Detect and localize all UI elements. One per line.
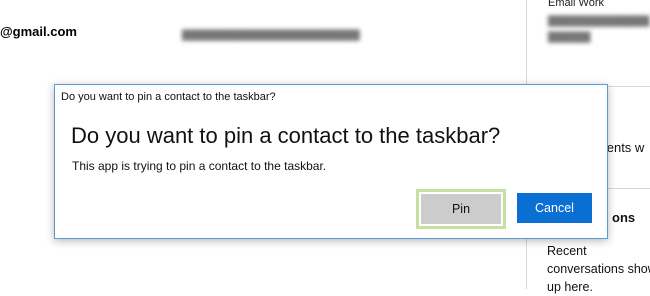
email-work-label: Email Work <box>548 0 605 9</box>
pin-contact-dialog: Do you want to pin a contact to the task… <box>54 84 608 239</box>
pin-button[interactable]: Pin <box>416 189 506 229</box>
recent-conversations-text: Recent conversations show up here. <box>547 244 650 294</box>
dialog-title-bar: Do you want to pin a contact to the task… <box>61 91 276 103</box>
section-heading: ons <box>612 210 636 225</box>
dialog-heading: Do you want to pin a contact to the task… <box>71 123 501 148</box>
cancel-button[interactable]: Cancel <box>517 193 592 223</box>
blurred-work-email-2: ▇▇▇▇▇ <box>548 31 591 43</box>
blurred-work-email: ▇▇▇▇▇▇▇▇▇▇▇▇ <box>548 15 650 27</box>
blurred-email-value: ▇▇▇▇▇▇▇▇▇▇▇▇▇▇▇▇▇▇▇▇▇ <box>182 29 360 41</box>
dialog-message: This app is trying to pin a contact to t… <box>72 159 327 173</box>
account-email: @gmail.com <box>0 24 77 39</box>
